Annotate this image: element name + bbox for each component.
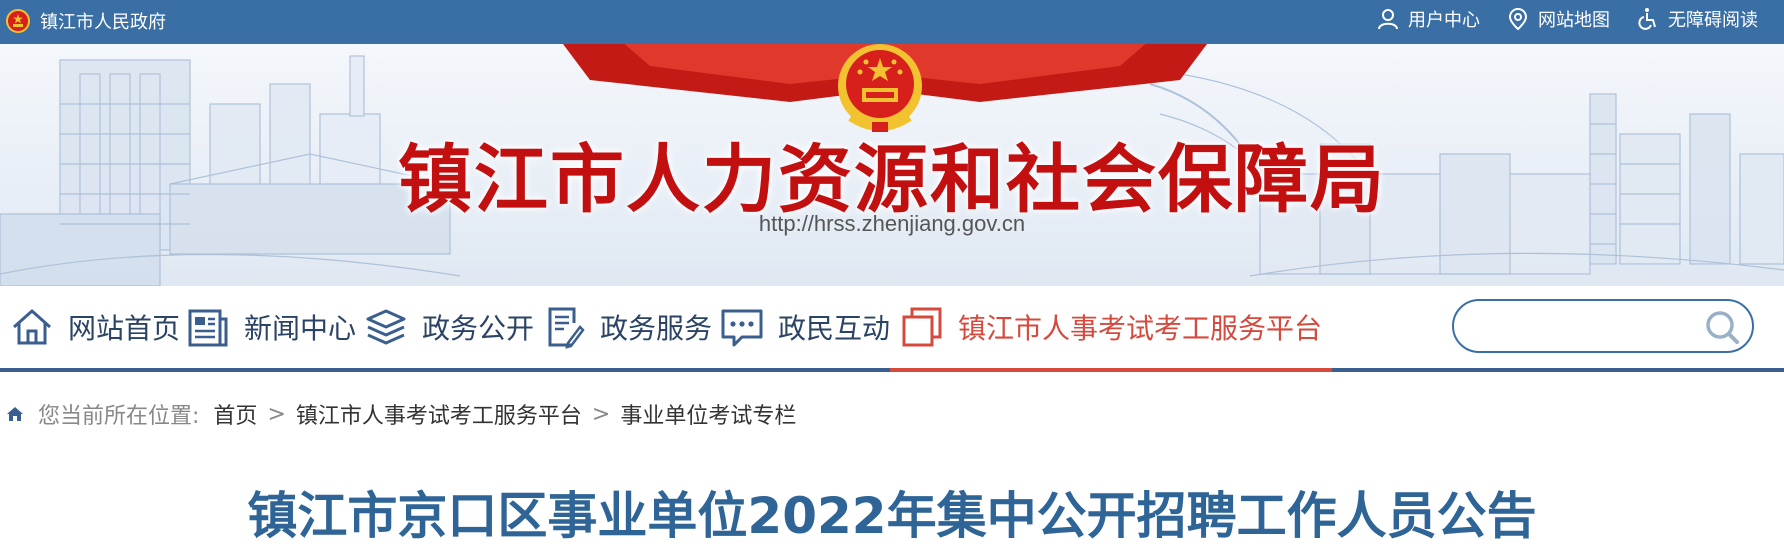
gov-link-label: 镇江市人民政府 (40, 12, 166, 33)
news-icon (188, 309, 228, 347)
user-icon (1378, 9, 1398, 30)
accessibility-label: 无障碍阅读 (1668, 10, 1758, 31)
national-emblem-icon (6, 9, 30, 33)
nav-item-label: 政务服务 (600, 312, 713, 345)
layers-icon (366, 309, 406, 345)
site-map-label: 网站地图 (1538, 10, 1610, 31)
nav-item-label: 网站首页 (68, 312, 181, 345)
search-box (1452, 299, 1754, 353)
nav-item-public-affairs[interactable]: 政务公开 (364, 286, 534, 368)
nav-item-label: 镇江市人事考试考工服务平台 (958, 312, 1323, 345)
breadcrumb-separator: > (267, 401, 286, 427)
breadcrumb-item-public-institution-exam[interactable]: 事业单位考试专栏 (620, 398, 796, 430)
wheelchair-icon (1638, 8, 1656, 30)
accessibility-link[interactable]: 无障碍阅读 (1636, 6, 1758, 32)
breadcrumb-prefix: 您当前所在位置: (38, 404, 200, 429)
user-center-label: 用户中心 (1408, 10, 1480, 31)
breadcrumb-item-home[interactable]: 首页 (213, 398, 257, 430)
home-icon (7, 407, 23, 421)
nav-item-news[interactable]: 新闻中心 (186, 286, 356, 368)
copy-icon (902, 307, 942, 347)
top-links: 用户中心 网站地图 无障碍阅读 (1376, 6, 1758, 32)
header-banner: 镇江市人力资源和社会保障局 http://hrss.zhenjiang.gov.… (0, 44, 1784, 286)
nav-item-label: 政民互动 (778, 312, 891, 345)
gov-home-link[interactable]: 镇江市人民政府 (6, 8, 166, 34)
nav-item-interaction[interactable]: 政民互动 (720, 286, 890, 368)
article-title: 镇江市京口区事业单位2022年集中公开招聘工作人员公告 (247, 487, 1537, 545)
document-edit-icon (548, 307, 585, 349)
nav-item-exam-platform[interactable]: 镇江市人事考试考工服务平台 (889, 286, 1333, 372)
main-nav: 网站首页 新闻中心 政务公开 政务服务 政民互动 镇江市人事考试考工服务平台 (0, 286, 1784, 372)
site-map-link[interactable]: 网站地图 (1506, 6, 1610, 32)
breadcrumb-item-exam-platform[interactable]: 镇江市人事考试考工服务平台 (296, 398, 582, 430)
nav-item-label: 新闻中心 (244, 312, 357, 345)
top-bar: 镇江市人民政府 用户中心 网站地图 无障碍阅读 (0, 0, 1784, 44)
map-pin-icon (1508, 7, 1528, 31)
nav-item-home[interactable]: 网站首页 (10, 286, 180, 368)
chat-icon (721, 309, 763, 347)
search-input[interactable] (1472, 309, 1696, 345)
site-url: http://hrss.zhenjiang.gov.cn (758, 211, 1026, 236)
nav-item-label: 政务公开 (422, 312, 535, 345)
search-icon[interactable] (1704, 309, 1740, 345)
breadcrumb: 您当前所在位置: 首页 > 镇江市人事考试考工服务平台 > 事业单位考试专栏 (6, 398, 796, 430)
nav-item-gov-services[interactable]: 政务服务 (542, 286, 712, 368)
home-icon (13, 309, 51, 345)
breadcrumb-separator: > (591, 401, 611, 427)
user-center-link[interactable]: 用户中心 (1376, 6, 1480, 32)
